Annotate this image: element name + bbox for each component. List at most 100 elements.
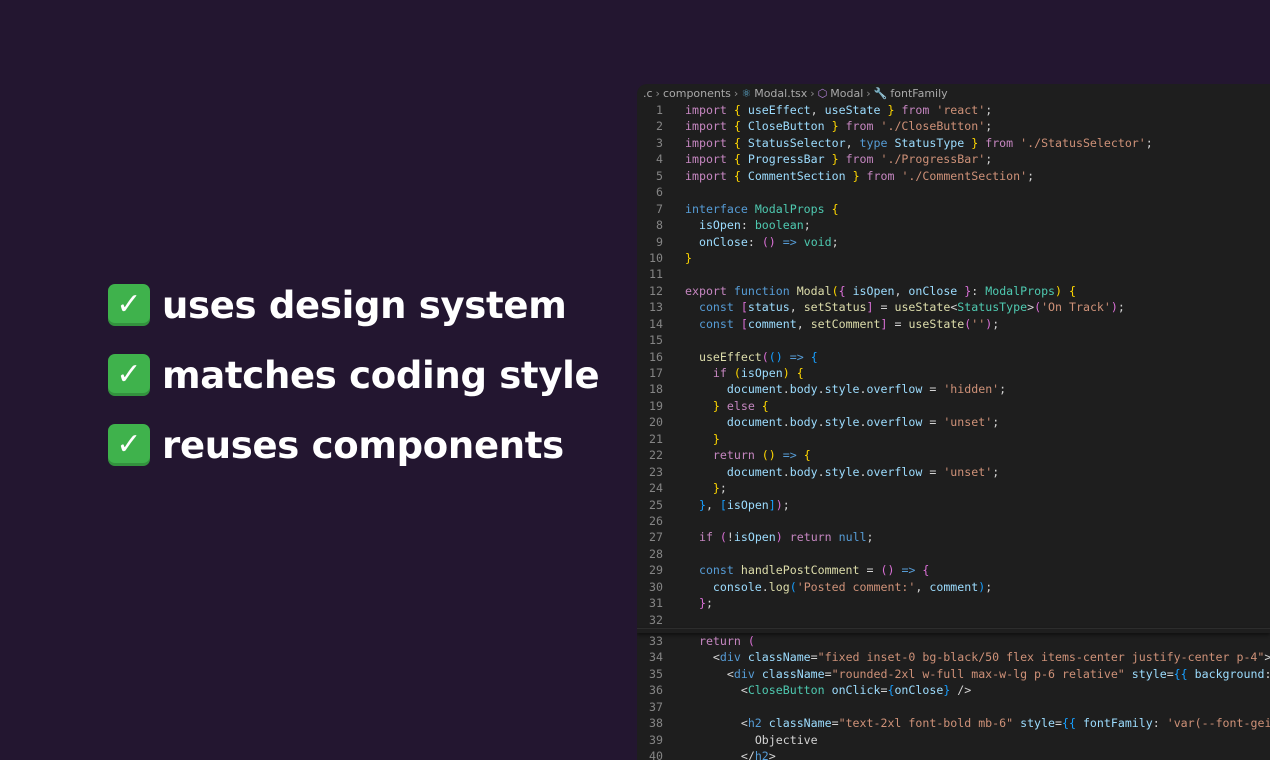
code-line[interactable]: 22 return () => { (637, 447, 1270, 463)
breadcrumb-item[interactable]: fontFamily (890, 87, 947, 100)
code-line[interactable]: 34 <div className="fixed inset-0 bg-blac… (637, 649, 1270, 665)
code-line[interactable]: 15 (637, 332, 1270, 348)
code-token: { (733, 119, 741, 134)
line-number: 3 (656, 135, 663, 150)
code-token: overflow (866, 382, 923, 397)
code-line[interactable]: 1 import { useEffect, useState } from 're… (637, 102, 1270, 118)
code-token: from (985, 135, 1014, 150)
code-line[interactable]: 33 return ( (637, 633, 1270, 649)
code-line[interactable]: 38 <h2 className="text-2xl font-bold mb-… (637, 715, 1270, 731)
code-token: => (789, 349, 804, 364)
code-token: setStatus (803, 300, 867, 315)
code-line[interactable]: 37 (637, 699, 1270, 715)
code-token: const (698, 316, 734, 331)
code-token: , (810, 103, 825, 117)
code-editor[interactable]: .c › components › ⚛ Modal.tsx › ⬡ Modal … (637, 84, 1270, 760)
code-line[interactable]: 31 }; (637, 595, 1270, 611)
code-token: . (782, 415, 790, 430)
line-number: 6 (656, 185, 663, 200)
code-token: function (733, 283, 790, 298)
code-line[interactable]: 7 interface ModalProps { (637, 201, 1270, 217)
breadcrumb-item[interactable]: .c (643, 87, 653, 100)
code-token: fontFamily (1082, 716, 1153, 731)
code-token: : (971, 283, 986, 298)
code-token: = (1166, 666, 1174, 681)
breadcrumb-item[interactable]: Modal.tsx (754, 87, 807, 100)
code-token: ; (999, 382, 1007, 397)
code-line[interactable]: 40 </h2> (637, 748, 1270, 760)
code-line[interactable]: 19 } else { (637, 398, 1270, 414)
code-token: [ (740, 300, 748, 315)
code-token: './CloseButton' (880, 119, 986, 134)
code-line[interactable]: 26 (637, 513, 1270, 529)
code-line[interactable]: 10} (637, 250, 1270, 266)
code-token: = (824, 666, 832, 681)
code-line[interactable]: 36 <CloseButton onClick={onClose} /> (637, 682, 1270, 698)
code-line[interactable]: 27 if (!isOpen) return null; (637, 529, 1270, 545)
code-line[interactable]: 23 document.body.style.overflow = 'unset… (637, 464, 1270, 480)
code-token: : (740, 218, 755, 233)
code-line[interactable]: 8 isOpen: boolean; (637, 217, 1270, 233)
code-line[interactable]: 28 (637, 546, 1270, 562)
code-line[interactable]: 11 (637, 266, 1270, 282)
code-line[interactable]: 9 onClose: () => void; (637, 234, 1270, 250)
code-token: < (740, 683, 748, 698)
code-line[interactable]: 24 }; (637, 480, 1270, 496)
code-token: className (768, 716, 832, 731)
code-token: => (782, 448, 797, 463)
code-line[interactable]: 25 }, [isOpen]); (637, 497, 1270, 513)
line-number: 26 (649, 513, 663, 528)
checklist-item: ✓ uses design system (108, 270, 599, 340)
code-token: ( (719, 530, 727, 545)
code-line[interactable]: 5 import { CommentSection } from './Comme… (637, 168, 1270, 184)
line-number: 28 (649, 546, 663, 561)
code-line[interactable]: 16 useEffect(() => { (637, 349, 1270, 365)
code-line[interactable]: 18 document.body.style.overflow = 'hidde… (637, 381, 1270, 397)
code-token: > (768, 749, 776, 760)
line-source: useEffect(() => { (663, 349, 818, 365)
code-line[interactable]: 2 import { CloseButton } from './CloseBut… (637, 118, 1270, 134)
code-line[interactable]: 20 document.body.style.overflow = 'unset… (637, 414, 1270, 430)
breadcrumb-item[interactable]: components (663, 87, 731, 100)
code-token: body (789, 382, 818, 397)
line-number: 21 (649, 431, 663, 446)
code-line[interactable]: 39 Objective (637, 732, 1270, 748)
line-source: const [status, setStatus] = useState<Sta… (663, 299, 1125, 315)
line-source: <div className="fixed inset-0 bg-black/5… (663, 649, 1270, 665)
code-line[interactable]: 32 (637, 612, 1270, 628)
code-line[interactable]: 3 import { StatusSelector, type StatusTyp… (637, 135, 1270, 151)
code-line[interactable]: 12 export function Modal({ isOpen, onClos… (637, 283, 1270, 299)
code-token: from (845, 152, 874, 167)
line-number: 24 (649, 481, 663, 496)
code-line[interactable]: 17 if (isOpen) { (637, 365, 1270, 381)
code-line[interactable]: 21 } (637, 431, 1270, 447)
code-line[interactable]: 29 const handlePostComment = () => { (637, 562, 1270, 578)
line-number: 19 (649, 398, 663, 413)
code-token: { (761, 398, 769, 413)
code-token: div (719, 650, 741, 665)
code-line[interactable]: 35 <div className="rounded-2xl w-full ma… (637, 666, 1270, 682)
code-line[interactable]: 4 import { ProgressBar } from './Progress… (637, 151, 1270, 167)
code-line[interactable]: 14 const [comment, setComment] = useStat… (637, 316, 1270, 332)
code-token: => (901, 563, 916, 578)
code-area[interactable]: 1 import { useEffect, useState } from 're… (637, 102, 1270, 760)
code-token: from (901, 103, 930, 117)
code-line[interactable]: 30 console.log('Posted comment:', commen… (637, 579, 1270, 595)
code-token: 'On Track' (1041, 300, 1111, 315)
code-token: = (922, 415, 944, 430)
code-line[interactable]: 13 const [status, setStatus] = useState<… (637, 299, 1270, 315)
breadcrumb-item[interactable]: Modal (830, 87, 863, 100)
code-token: , (845, 135, 860, 150)
code-line[interactable]: 6 (637, 184, 1270, 200)
code-token: CloseButton (747, 119, 825, 134)
